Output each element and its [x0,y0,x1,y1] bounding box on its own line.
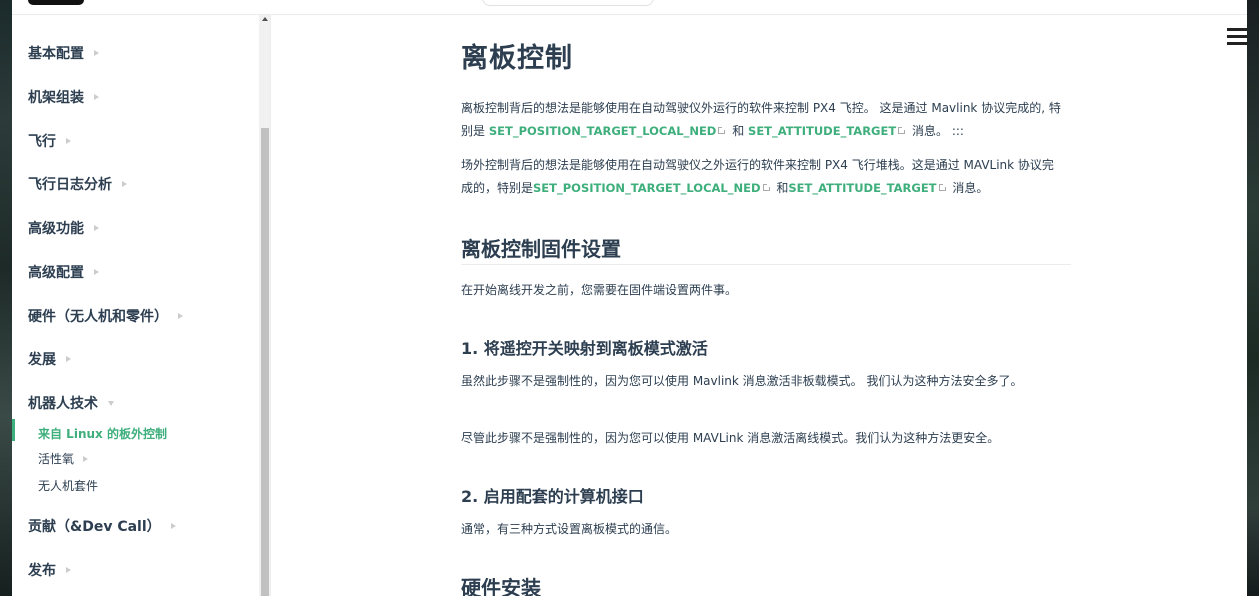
sidebar-item-label: 发展 [28,352,56,368]
chevron-right-icon [66,356,71,362]
chevron-right-icon [94,269,99,275]
sidebar-item-development[interactable]: 发展 [28,349,71,369]
step-paragraph: 尽管此步骤不是强制性的，因为您可以使用 MAVLink 消息激活离线模式。我们认… [461,431,1000,445]
sidebar-item-label: 硬件（无人机和零件） [28,309,168,325]
chevron-right-icon [94,225,99,231]
sidebar-item-flying[interactable]: 飞行 [28,131,71,151]
sidebar-subitem-label: 来自 Linux 的板外控制 [38,427,167,441]
chevron-right-icon [66,138,71,144]
intro-paragraph-2: 场外控制背后的想法是能够使用在自动驾驶仪之外运行的软件来控制 PX4 飞行堆栈。… [461,154,1061,200]
set-position-target-link[interactable]: SET_POSITION_TARGET_LOCAL_NED [489,124,717,138]
sidebar-item-label: 基本配置 [28,46,84,62]
sidebar-item-advanced-config[interactable]: 高级配置 [28,262,99,282]
sidebar-item-frame-assembly[interactable]: 机架组装 [28,87,99,107]
sidebar-item-label: 飞行日志分析 [28,177,112,193]
section-heading-firmware-setup: 离板控制固件设置 [461,237,621,261]
sidebar-item-label: 发布 [28,563,56,579]
set-attitude-target-link[interactable]: SET_ATTITUDE_TARGET [788,181,936,195]
background-edge-right [1247,0,1259,596]
search-input[interactable] [482,0,654,6]
external-link-icon [762,183,771,191]
sidebar-item-label: 飞行 [28,134,56,150]
chevron-right-icon [66,567,71,573]
sidebar-item-contributing[interactable]: 贡献（&Dev Call） [28,516,176,536]
sidebar-scrollbar[interactable] [259,15,270,596]
sidebar-subitem-label: 无人机套件 [38,479,99,493]
page-title: 离板控制 [461,43,573,74]
sidebar-item-label: 机器人技术 [28,396,98,412]
intro-paragraph-1: 离板控制背后的想法是能够使用在自动驾驶仪外运行的软件来控制 PX4 飞控。 这是… [461,97,1061,143]
chevron-right-icon [94,50,99,56]
step-paragraph: 虽然此步骤不是强制性的，因为您可以使用 Mavlink 消息激活非板载模式。 我… [461,374,1023,388]
section-text: 在开始离线开发之前，您需要在固件端设置两件事。 [461,283,738,297]
chevron-right-icon [178,313,183,319]
sidebar-item-label: 高级功能 [28,221,84,237]
scroll-up-arrow-icon[interactable] [262,17,268,21]
site-logo[interactable] [28,0,84,5]
sidebar-item-releases[interactable]: 发布 [28,560,71,580]
paragraph-text: 消息。 ::: [912,124,964,138]
sidebar-item-label: 机架组装 [28,90,84,106]
chevron-right-icon [122,181,127,187]
chevron-down-icon [108,400,114,406]
heading-divider [461,264,1071,265]
sidebar-subitem-label: 活性氧 [38,452,75,466]
sidebar-item-log-analysis[interactable]: 飞行日志分析 [28,174,127,194]
external-link-icon [718,126,727,134]
paragraph-text: 和 [776,181,789,195]
external-link-icon [938,183,947,191]
background-edge-left [0,0,12,596]
external-link-icon [898,126,907,134]
sidebar-item-advanced-features[interactable]: 高级功能 [28,218,99,238]
sidebar: 基本配置 机架组装 飞行 飞行日志分析 高级功能 高级配置 硬件（无人机和零件） [12,15,271,596]
sidebar-subitem-offboard-linux[interactable]: 来自 Linux 的板外控制 [38,425,167,442]
section-heading-hardware: 硬件安装 [461,576,541,596]
step-heading-rc-switch: 1. 将遥控开关映射到离板模式激活 [461,339,708,358]
sidebar-item-hardware[interactable]: 硬件（无人机和零件） [28,306,183,326]
sidebar-item-robotics[interactable]: 机器人技术 [28,393,114,413]
sidebar-item-basic-config[interactable]: 基本配置 [28,43,99,63]
top-navbar [12,0,1247,15]
main-content: 离板控制 离板控制背后的想法是能够使用在自动驾驶仪外运行的软件来控制 PX4 飞… [271,15,1247,596]
active-indicator [12,419,15,441]
sidebar-item-label: 贡献（&Dev Call） [28,519,161,535]
sidebar-item-cutoff [28,15,88,16]
chevron-right-icon [170,523,176,529]
chevron-right-icon [94,94,99,100]
sidebar-subitem-drone-kit[interactable]: 无人机套件 [38,477,98,494]
chevron-right-icon [83,455,89,462]
scrollbar-thumb[interactable] [261,128,269,596]
set-attitude-target-link[interactable]: SET_ATTITUDE_TARGET [748,124,896,138]
step-paragraph: 通常，有三种方式设置离板模式的通信。 [461,522,678,536]
sidebar-item-label: 高级配置 [28,265,84,281]
paragraph-text: 和 [732,124,745,138]
paragraph-text: 消息。 [952,181,989,195]
sidebar-subitem-ros[interactable]: 活性氧 [38,450,89,467]
set-position-target-link[interactable]: SET_POSITION_TARGET_LOCAL_NED [533,181,761,195]
step-heading-companion-computer: 2. 启用配套的计算机接口 [461,487,644,506]
